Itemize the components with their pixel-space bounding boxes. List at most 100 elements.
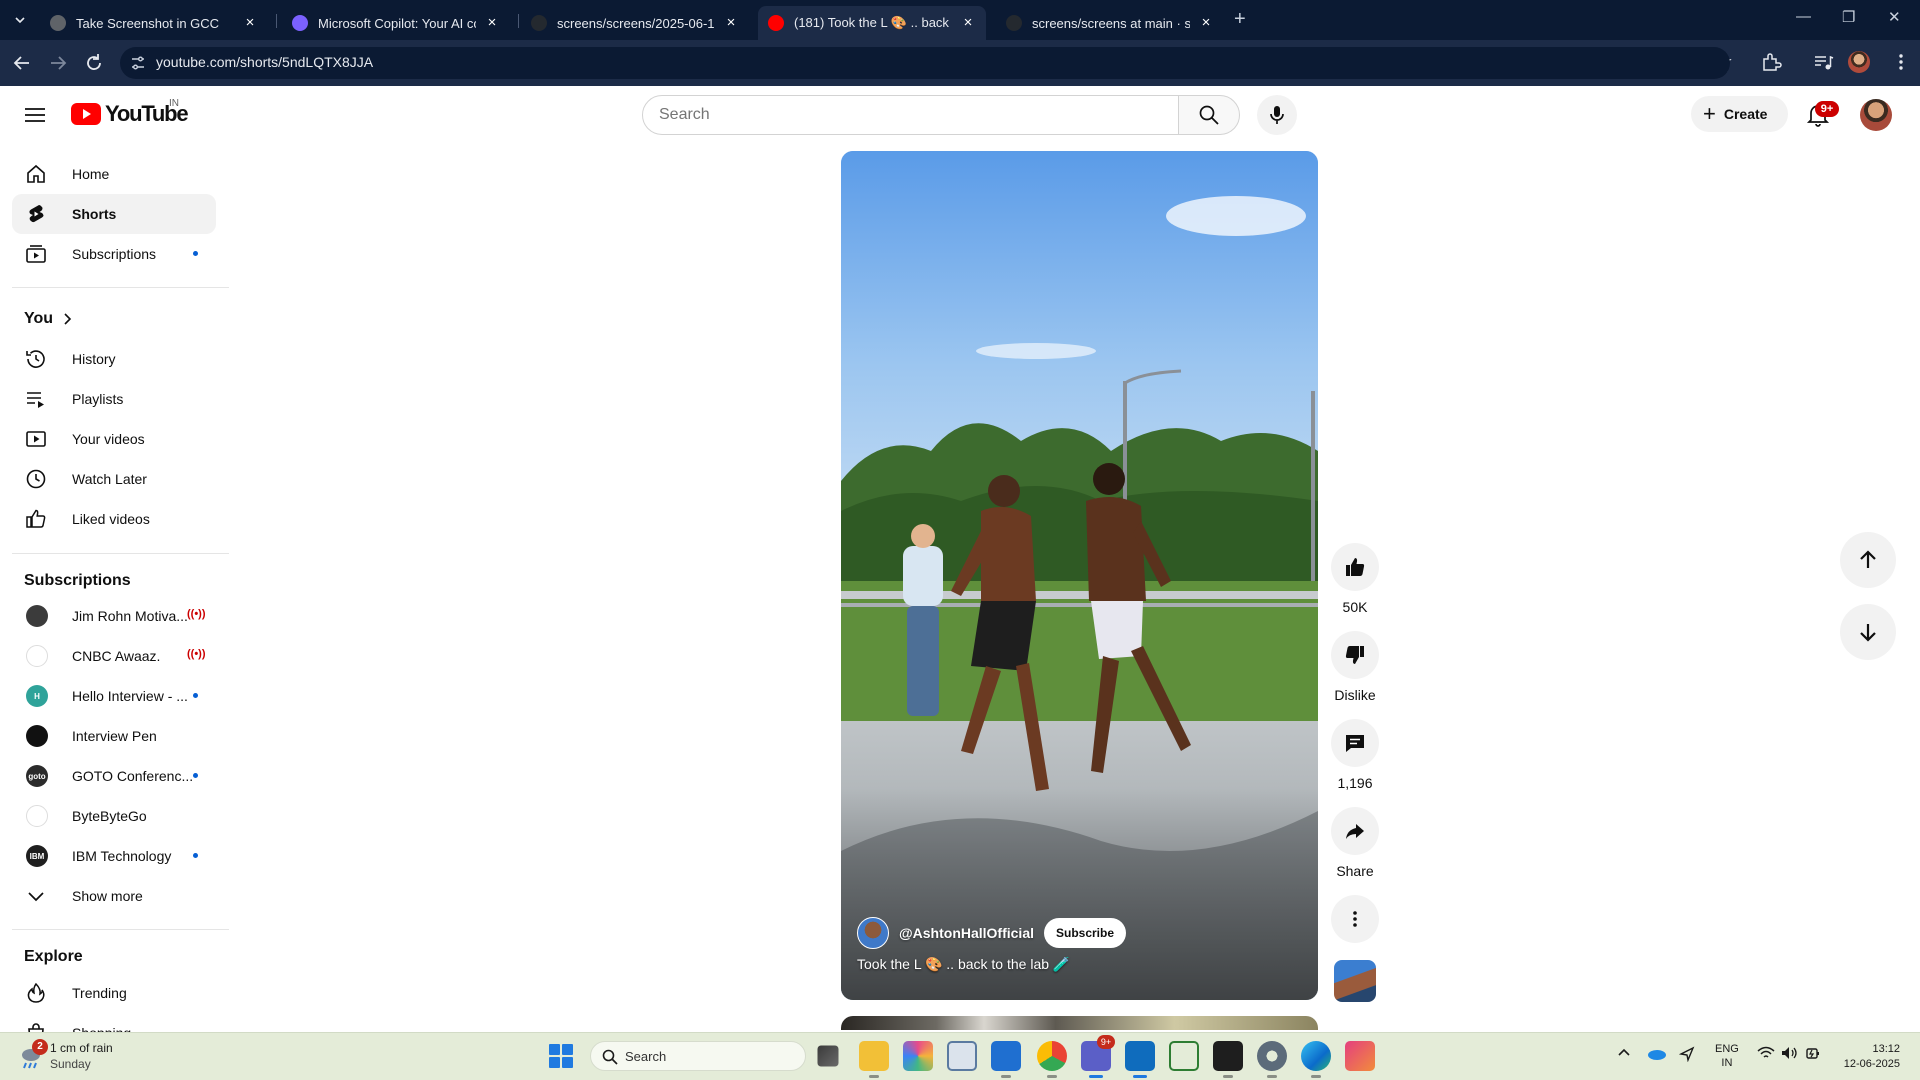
- app-window-icon[interactable]: [947, 1041, 977, 1071]
- settings-gear-icon[interactable]: [1257, 1041, 1287, 1078]
- chrome-icon[interactable]: [1037, 1041, 1067, 1078]
- microsoft-365-icon[interactable]: [903, 1041, 933, 1071]
- location-arrow-icon[interactable]: [1679, 1046, 1695, 1062]
- sidebar-item-home[interactable]: Home: [12, 154, 216, 194]
- clock-date: 12-06-2025: [1843, 1058, 1900, 1070]
- shorts-video-player[interactable]: [841, 151, 1318, 1000]
- new-tab-button[interactable]: +: [1234, 8, 1246, 31]
- search-field[interactable]: [642, 95, 1179, 135]
- sidebar-divider: [12, 929, 229, 930]
- task-view-icon[interactable]: [817, 1045, 839, 1067]
- sound-thumbnail[interactable]: [1334, 960, 1376, 1002]
- site-info-icon[interactable]: [130, 54, 146, 72]
- subscription-channel-item[interactable]: CNBC Awaaz. ((•)): [12, 636, 216, 676]
- weather-widget[interactable]: 2 1 cm of rain Sunday: [16, 1039, 166, 1073]
- dislike-button[interactable]: [1331, 631, 1379, 679]
- outlook-icon[interactable]: [1125, 1041, 1155, 1078]
- terminal-icon[interactable]: [1213, 1041, 1243, 1078]
- thumbs-up-icon: [26, 509, 46, 528]
- subscription-channel-item[interactable]: Jim Rohn Motiva... ((•)): [12, 596, 216, 636]
- subscription-channel-item[interactable]: H Hello Interview - ...: [12, 676, 216, 716]
- browser-tab[interactable]: Take Screenshot in GCC ×: [40, 6, 268, 40]
- sidebar-item-subscriptions[interactable]: Subscriptions: [12, 234, 216, 274]
- like-button[interactable]: [1331, 543, 1379, 591]
- sidebar-item-your-videos[interactable]: Your videos: [12, 419, 216, 459]
- media-control-button[interactable]: [1812, 51, 1836, 75]
- snipping-tool-icon[interactable]: [1345, 1041, 1375, 1071]
- more-options-button[interactable]: [1331, 895, 1379, 943]
- account-avatar[interactable]: [1860, 99, 1892, 131]
- restore-button[interactable]: ❐: [1842, 8, 1855, 26]
- close-tab-icon[interactable]: ×: [1198, 15, 1214, 31]
- guide-menu-button[interactable]: [22, 102, 48, 128]
- close-tab-icon[interactable]: ×: [242, 15, 258, 31]
- sidebar-item-playlists[interactable]: Playlists: [12, 379, 216, 419]
- remote-desktop-icon[interactable]: [991, 1041, 1021, 1078]
- search-button[interactable]: [1178, 95, 1240, 135]
- show-hidden-icons-button[interactable]: [1617, 1046, 1631, 1060]
- profile-button[interactable]: [1848, 51, 1872, 75]
- create-button[interactable]: + Create: [1691, 96, 1788, 132]
- back-button[interactable]: [10, 51, 34, 75]
- comments-button[interactable]: [1331, 719, 1379, 767]
- short-channel-row: @AshtonHallOfficial Subscribe: [857, 917, 1127, 949]
- edge-browser-icon[interactable]: [1301, 1041, 1331, 1078]
- next-short-preview[interactable]: [841, 1016, 1318, 1030]
- url-text[interactable]: youtube.com/shorts/5ndLQTX8JJA: [156, 54, 373, 70]
- subscription-channel-item[interactable]: ByteByteGo: [12, 796, 216, 836]
- minimize-button[interactable]: —: [1796, 8, 1811, 25]
- wifi-icon[interactable]: [1757, 1046, 1775, 1060]
- browser-menu-button[interactable]: [1890, 51, 1914, 75]
- you-section-link[interactable]: You: [24, 310, 75, 328]
- onedrive-icon[interactable]: [1647, 1046, 1667, 1060]
- close-tab-icon[interactable]: ×: [723, 15, 739, 31]
- channel-name[interactable]: @AshtonHallOfficial: [899, 925, 1034, 941]
- subscription-channel-item[interactable]: Interview Pen: [12, 716, 216, 756]
- close-window-button[interactable]: ✕: [1888, 8, 1901, 26]
- voice-search-button[interactable]: [1257, 95, 1297, 135]
- extensions-button[interactable]: [1760, 51, 1784, 75]
- browser-tab[interactable]: screens/screens/2025-06-12_09 ×: [521, 6, 749, 40]
- thumbs-down-icon: [1345, 646, 1364, 664]
- sidebar-item-shorts[interactable]: Shorts: [12, 194, 216, 234]
- channel-avatar: H: [26, 685, 48, 707]
- chart-app-icon[interactable]: [1169, 1041, 1199, 1071]
- input-language[interactable]: ENG IN: [1715, 1042, 1739, 1070]
- country-code: IN: [169, 98, 179, 109]
- youtube-logo[interactable]: YouTube IN: [71, 98, 189, 127]
- system-clock[interactable]: 13:12 12-06-2025: [1834, 1042, 1900, 1072]
- volume-icon[interactable]: [1781, 1046, 1799, 1060]
- tab-title: (181) Took the L 🎨 .. back t: [794, 15, 952, 30]
- taskbar-search[interactable]: Search: [590, 1041, 806, 1071]
- battery-icon[interactable]: [1805, 1046, 1821, 1060]
- channel-avatar: goto: [26, 765, 48, 787]
- tab-search-button[interactable]: [8, 9, 32, 31]
- previous-short-button[interactable]: [1840, 532, 1896, 588]
- subscription-channel-item[interactable]: goto GOTO Conferenc...: [12, 756, 216, 796]
- subscribe-button[interactable]: Subscribe: [1044, 918, 1127, 948]
- close-tab-icon[interactable]: ×: [484, 15, 500, 31]
- sidebar-item-label: IBM Technology: [72, 848, 172, 864]
- file-explorer-icon[interactable]: [859, 1041, 889, 1078]
- browser-tab[interactable]: Microsoft Copilot: Your AI comp ×: [282, 6, 510, 40]
- trending-icon: [27, 982, 45, 1003]
- reload-button[interactable]: [82, 51, 106, 75]
- forward-button[interactable]: [46, 51, 70, 75]
- browser-tab[interactable]: screens/screens at main · shubh ×: [996, 6, 1224, 40]
- close-tab-icon[interactable]: ×: [960, 15, 976, 31]
- sidebar-item-watch-later[interactable]: Watch Later: [12, 459, 216, 499]
- teams-icon[interactable]: 9+: [1081, 1035, 1115, 1078]
- search-input[interactable]: [659, 104, 1159, 126]
- channel-avatar[interactable]: [857, 917, 889, 949]
- sidebar-item-label: Trending: [72, 985, 127, 1001]
- sidebar-item-liked-videos[interactable]: Liked videos: [12, 499, 216, 539]
- subscription-channel-item[interactable]: IBM IBM Technology: [12, 836, 216, 876]
- short-caption[interactable]: Took the L 🎨 .. back to the lab 🧪: [857, 956, 1070, 973]
- sidebar-item-history[interactable]: History: [12, 339, 216, 379]
- next-short-button[interactable]: [1840, 604, 1896, 660]
- start-button[interactable]: [549, 1044, 573, 1068]
- sidebar-item-trending[interactable]: Trending: [12, 973, 216, 1013]
- share-button[interactable]: [1331, 807, 1379, 855]
- show-more-button[interactable]: Show more: [12, 876, 216, 916]
- browser-tab[interactable]: (181) Took the L 🎨 .. back t ×: [758, 6, 986, 40]
